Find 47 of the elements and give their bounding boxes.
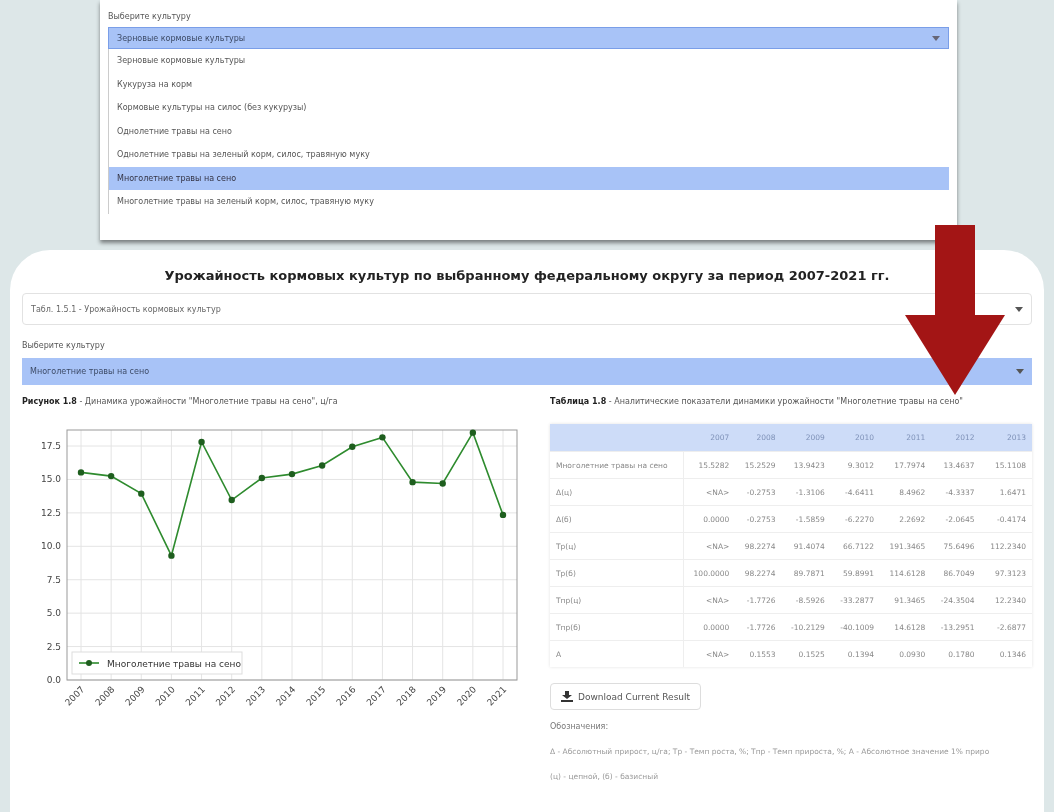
dropdown-option[interactable]: Кормовые культуры на силос (без кукурузы) (109, 96, 949, 120)
dropdown-option[interactable]: Многолетние травы на зеленый корм, силос, травяную муку (109, 190, 949, 214)
data-point (409, 478, 416, 486)
field-label: Выберите культуру (108, 12, 191, 21)
axis-tick-label: 10.0 (40, 541, 61, 552)
caret-icon (1015, 306, 1023, 312)
dropdown-option[interactable]: Многолетние травы на сено (109, 166, 949, 190)
data-point (499, 511, 507, 519)
data-point (107, 472, 115, 480)
data-point (379, 434, 386, 441)
axis-tick-label: 0.0 (46, 675, 61, 685)
data-point (228, 496, 235, 504)
data-point (439, 480, 446, 487)
dropdown-option[interactable]: Однолетние травы на сено (109, 119, 949, 143)
download-icon (561, 691, 573, 702)
data-point (288, 470, 296, 478)
caret-icon (1016, 369, 1024, 374)
axis-tick-label: 17.5 (40, 441, 61, 452)
legend-label: Многолетние травы на сено (107, 658, 242, 669)
axis-tick-label: 15.0 (40, 474, 61, 485)
data-point (198, 438, 205, 446)
data-point (138, 490, 145, 497)
axis-tick-label: 12.5 (40, 507, 61, 518)
notes-heading: Обозначения: (550, 722, 609, 731)
culture-select[interactable]: Зерновые кормовые культуры (108, 27, 949, 49)
data-point (168, 552, 175, 559)
caret-icon (932, 35, 940, 41)
download-button[interactable]: Download Current Result (550, 683, 702, 710)
page-title: Урожайность кормовых культур по выбранному федеральному округу за период 2007-2021 гг. (163, 268, 891, 283)
field-label: Выберите культуру (22, 341, 105, 350)
data-point (77, 469, 85, 476)
axis-tick-label: 7.5 (46, 574, 61, 585)
figure-caption: Рисунок 1.8 - Динамика урожайности "Многолетние травы на сено", ц/га (22, 397, 338, 406)
dropdown-option[interactable]: Кукуруза на корм (109, 72, 949, 96)
data-point (349, 443, 356, 450)
report-select[interactable]: Табл. 1.5.1 - Урожайность кормовых культур (22, 293, 1032, 325)
table-caption: Таблица 1.8 - Аналитические показатели динамики урожайности "Многолетние травы на сено" (550, 397, 963, 406)
down-arrow-icon (905, 225, 1005, 395)
chart-legend: Многолетние травы на сено (71, 651, 243, 675)
culture-select[interactable]: Многолетние травы на сено (22, 358, 1032, 385)
dropdown-option[interactable]: Однолетние травы на зеленый корм, силос, травяную муку (109, 143, 949, 167)
data-point (469, 429, 477, 436)
data-point (318, 462, 326, 469)
dropdown-option[interactable]: Зерновые кормовые культуры (109, 49, 949, 73)
data-point (258, 474, 266, 482)
axis-tick-label: 2.5 (46, 641, 61, 652)
axis-tick-label: 5.0 (46, 608, 61, 619)
